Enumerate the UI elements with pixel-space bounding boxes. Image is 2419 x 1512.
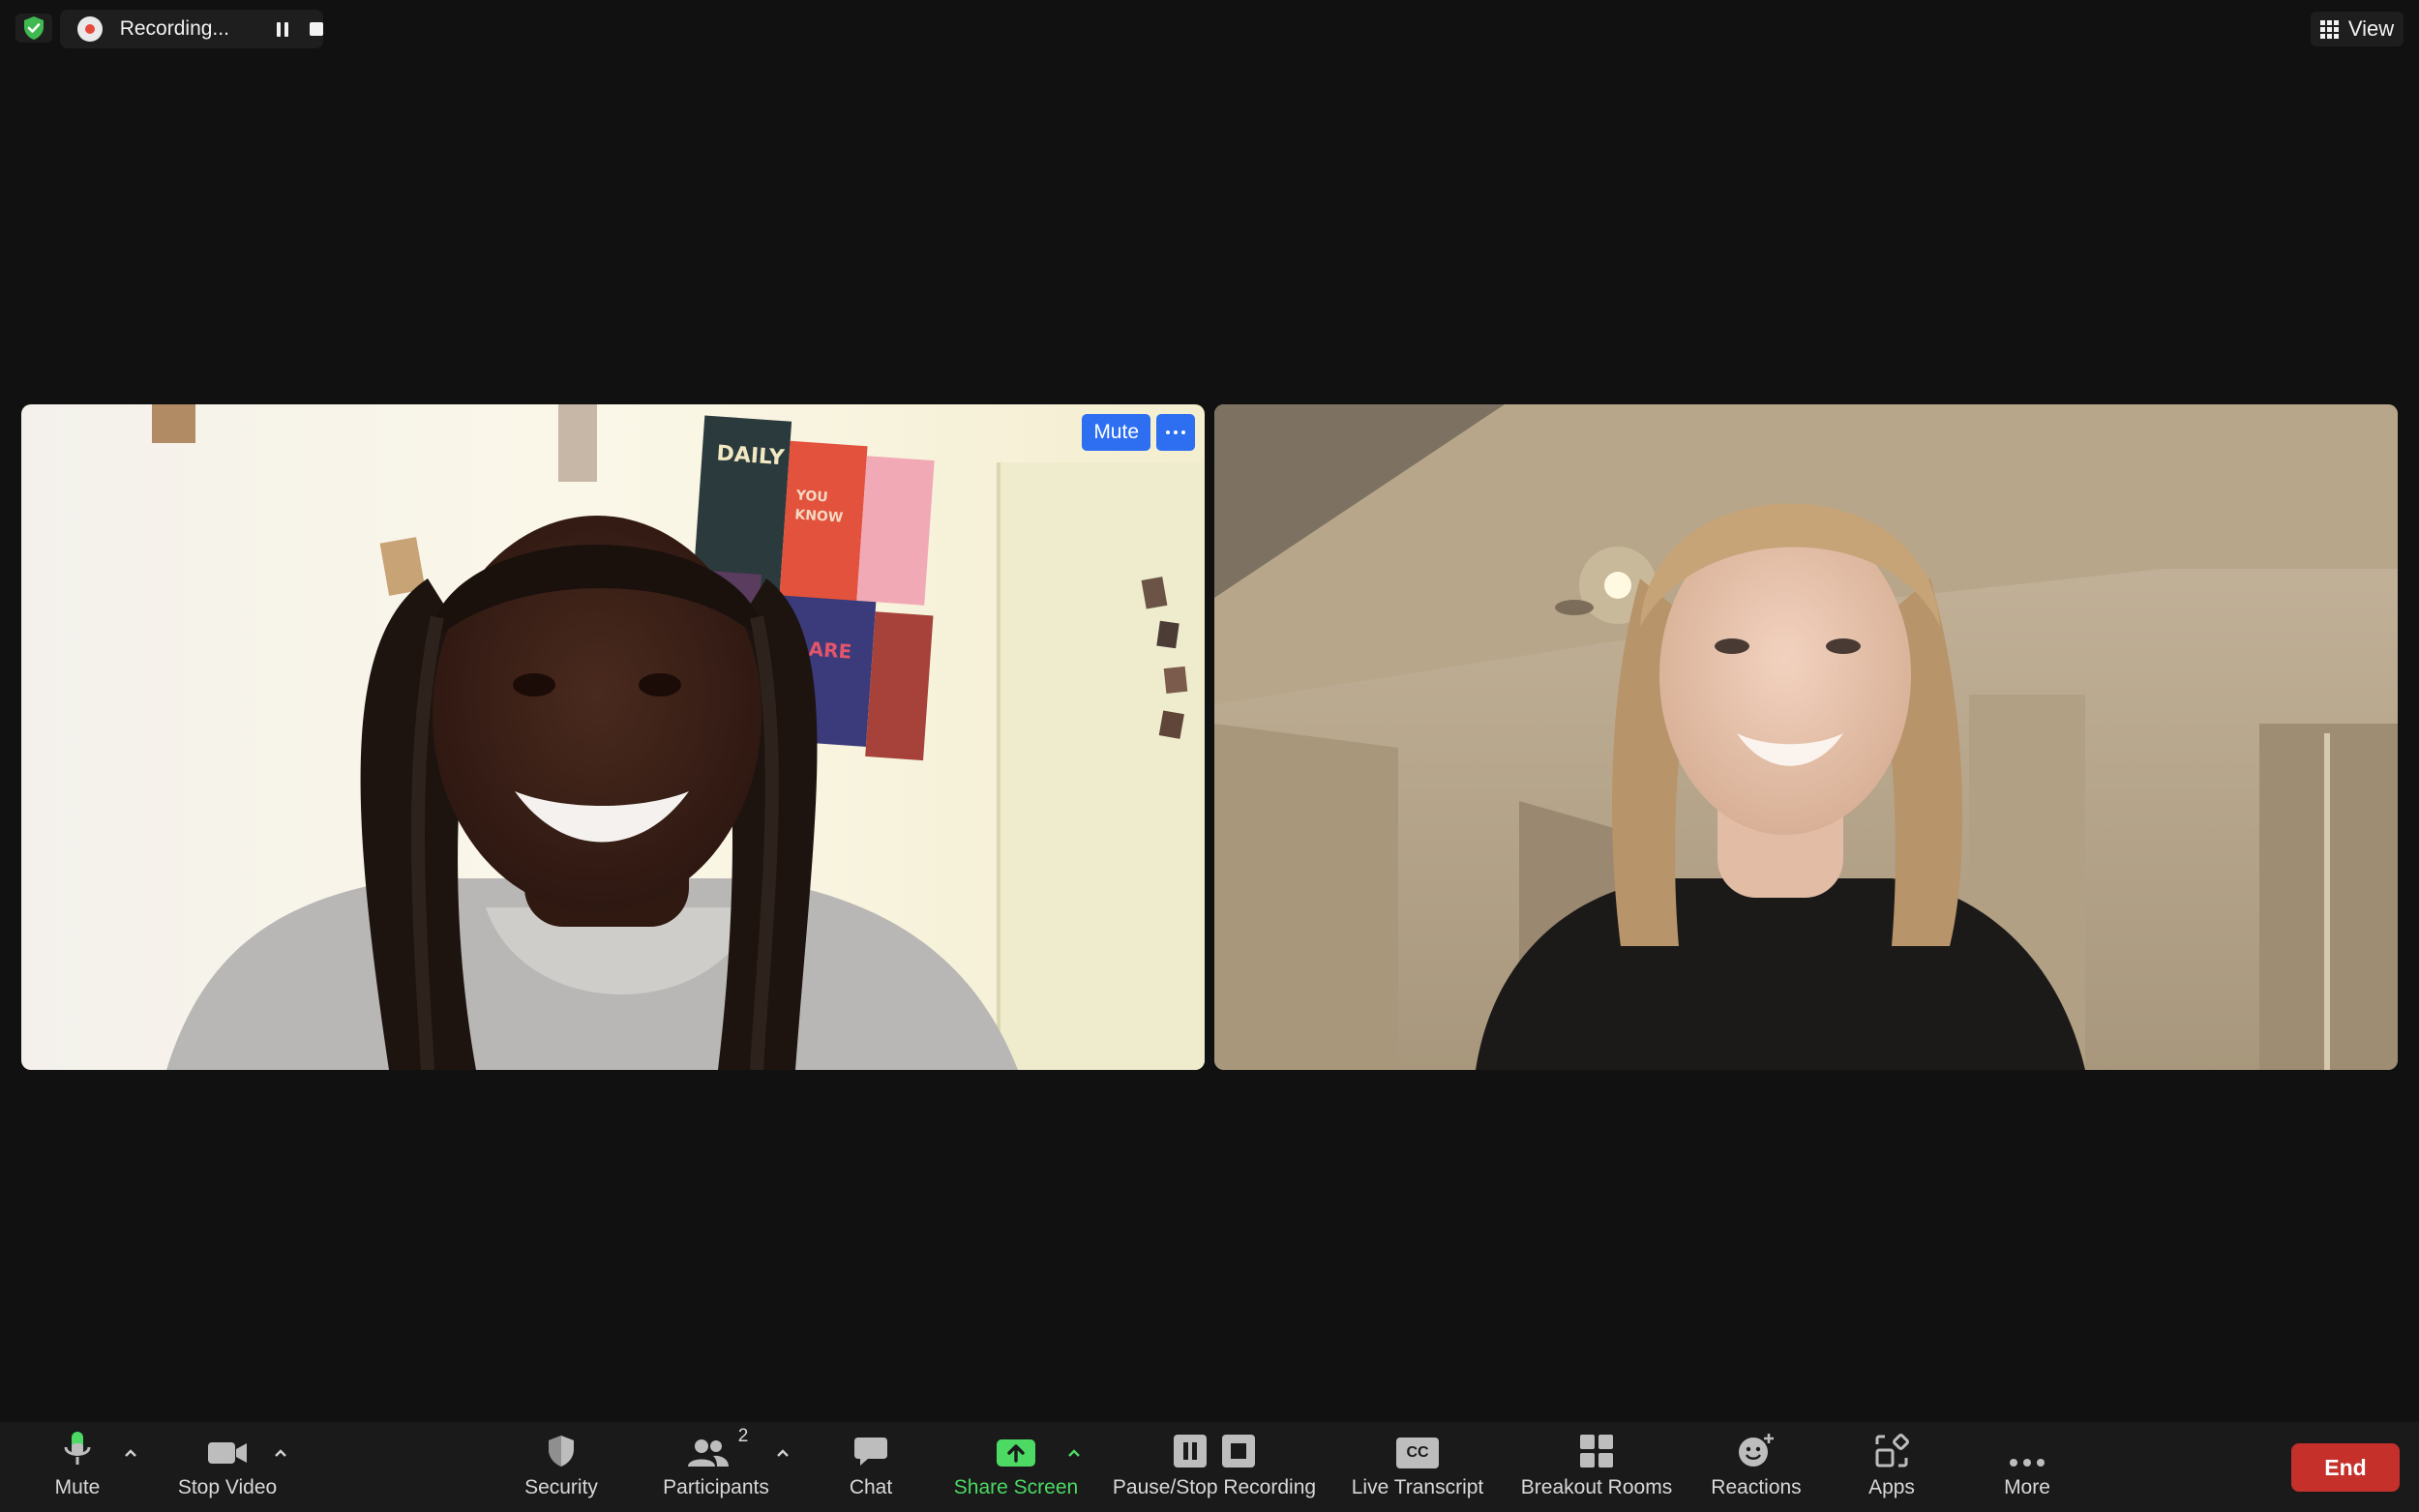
participant-video-tile-2[interactable] — [1214, 404, 2398, 1070]
tile-mute-button[interactable]: Mute — [1082, 414, 1150, 451]
pause-stop-recording-label: Pause/Stop Recording — [1112, 1476, 1317, 1498]
apps-icon — [1874, 1422, 1909, 1472]
audio-options-chevron-up-icon[interactable] — [121, 1443, 140, 1463]
live-transcript-button[interactable]: CC Live Transcript — [1345, 1422, 1490, 1512]
stop-icon — [1222, 1435, 1255, 1468]
participants-count-badge: 2 — [737, 1426, 749, 1446]
video-camera-icon — [206, 1422, 249, 1472]
reactions-button[interactable]: Reactions — [1703, 1422, 1809, 1512]
breakout-rooms-grid-icon — [1579, 1422, 1614, 1472]
stop-video-label: Stop Video — [177, 1476, 278, 1498]
breakout-rooms-button[interactable]: Breakout Rooms — [1514, 1422, 1679, 1512]
view-button[interactable]: View — [2311, 12, 2404, 46]
participants-label: Participants — [663, 1476, 769, 1498]
recording-indicator: Recording... — [60, 10, 323, 48]
pause-stop-recording-button[interactable]: Pause/Stop Recording — [1108, 1422, 1321, 1512]
top-bar: Recording... View — [0, 0, 2419, 58]
view-label: View — [2347, 16, 2395, 41]
participant-video-feed-2 — [1214, 404, 2398, 1070]
apps-button[interactable]: Apps — [1843, 1422, 1940, 1512]
security-button[interactable]: Security — [513, 1422, 610, 1512]
participants-options-chevron-up-icon[interactable] — [773, 1443, 792, 1463]
breakout-rooms-label: Breakout Rooms — [1520, 1476, 1673, 1498]
shield-icon — [546, 1422, 577, 1472]
participants-icon — [687, 1439, 729, 1467]
stop-recording-icon[interactable] — [310, 22, 323, 36]
share-screen-arrow-icon — [996, 1422, 1036, 1472]
participant-video-feed-1: DAILY YOU KNOW YOU ARE — [21, 404, 1205, 1070]
recording-label: Recording... — [119, 17, 229, 40]
chat-label: Chat — [849, 1476, 893, 1498]
recording-dot-icon — [77, 16, 103, 42]
closed-caption-icon: CC — [1396, 1438, 1439, 1468]
share-screen-button[interactable]: Share Screen — [948, 1422, 1084, 1512]
mute-button[interactable]: Mute — [29, 1422, 126, 1512]
mute-label: Mute — [54, 1476, 101, 1498]
apps-label: Apps — [1868, 1476, 1915, 1498]
tile-more-options-button[interactable] — [1156, 414, 1195, 451]
participants-button[interactable]: 2 Participants — [653, 1422, 779, 1512]
pause-icon — [1174, 1435, 1207, 1468]
more-dots-icon — [2008, 1422, 2046, 1472]
more-label: More — [2004, 1476, 2050, 1498]
smiley-face-icon — [1737, 1422, 1776, 1472]
chat-button[interactable]: Chat — [822, 1422, 919, 1512]
closed-caption-icon-text: CC — [1406, 1444, 1429, 1461]
pause-recording-icon[interactable] — [277, 21, 288, 37]
video-options-chevron-up-icon[interactable] — [271, 1443, 290, 1463]
meeting-toolbar: Mute Stop Video Security 2 Participants … — [0, 1422, 2419, 1512]
live-transcript-label: Live Transcript — [1351, 1476, 1484, 1498]
encryption-shield-icon[interactable] — [15, 14, 52, 43]
end-meeting-button[interactable]: End — [2291, 1443, 2400, 1492]
participant-video-tile-1[interactable]: DAILY YOU KNOW YOU ARE Mute — [21, 404, 1205, 1070]
reactions-label: Reactions — [1711, 1476, 1802, 1498]
share-screen-label: Share Screen — [953, 1476, 1079, 1498]
stop-video-button[interactable]: Stop Video — [164, 1422, 290, 1512]
share-options-chevron-up-icon[interactable] — [1064, 1443, 1084, 1463]
more-button[interactable]: More — [1979, 1422, 2076, 1512]
chat-bubble-icon — [852, 1422, 889, 1472]
svg-text:DAILY: DAILY — [716, 441, 787, 470]
security-label: Security — [524, 1476, 598, 1498]
svg-text:YOU: YOU — [794, 488, 828, 505]
grid-view-icon — [2319, 19, 2339, 39]
microphone-icon — [61, 1422, 94, 1472]
